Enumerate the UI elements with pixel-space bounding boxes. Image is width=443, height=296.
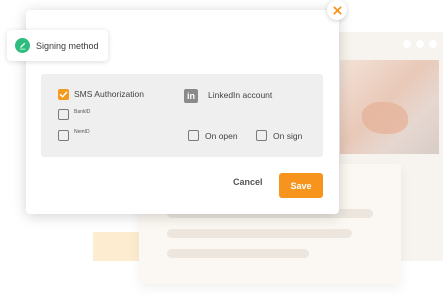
on-open-label: On open — [205, 131, 238, 141]
linkedin-account-label: LinkedIn account — [208, 90, 273, 100]
bankid-checkbox[interactable] — [58, 109, 69, 120]
on-open-checkbox[interactable] — [188, 130, 199, 141]
save-button-label: Save — [290, 180, 312, 191]
bankid-label: BankID — [74, 109, 91, 115]
close-button[interactable] — [327, 0, 347, 20]
window-dot-icon — [429, 40, 437, 48]
signing-method-label: Signing method — [36, 40, 99, 51]
hand-image — [362, 102, 408, 134]
save-button[interactable]: Save — [279, 173, 323, 198]
on-sign-label: On sign — [273, 131, 303, 141]
linkedin-icon: in — [184, 89, 198, 103]
sms-authorization-label: SMS Authorization — [74, 89, 144, 99]
skeleton-line — [167, 229, 352, 238]
skeleton-line — [167, 249, 309, 258]
pen-icon — [15, 38, 30, 53]
sms-authorization-checkbox[interactable] — [58, 89, 69, 100]
nemid-label: NemID — [74, 129, 90, 135]
background-photo — [340, 60, 439, 154]
background-accent-block — [93, 232, 141, 261]
window-dot-icon — [403, 40, 411, 48]
signing-options-panel: SMS Authorization BankID NemID in Linked… — [41, 74, 323, 157]
window-dot-icon — [416, 40, 424, 48]
signing-method-tag: Signing method — [7, 30, 108, 61]
close-icon — [332, 5, 342, 15]
checkmark-icon — [59, 91, 68, 98]
on-sign-checkbox[interactable] — [256, 130, 267, 141]
cancel-button[interactable]: Cancel — [233, 177, 263, 187]
nemid-checkbox[interactable] — [58, 130, 69, 141]
